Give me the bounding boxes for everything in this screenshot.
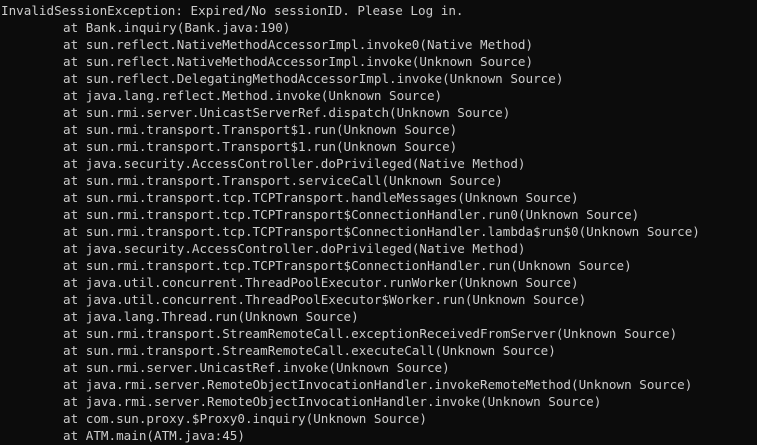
stack-frame: at java.lang.Thread.run(Unknown Source) (63, 309, 359, 324)
stack-frame: at sun.rmi.transport.StreamRemoteCall.ex… (63, 343, 556, 358)
stack-frame: at sun.rmi.transport.Transport.serviceCa… (63, 173, 503, 188)
stack-frame: at java.rmi.server.RemoteObjectInvocatio… (63, 394, 602, 409)
stack-frame: at java.security.AccessController.doPriv… (63, 156, 526, 171)
stack-frame: at sun.reflect.NativeMethodAccessorImpl.… (63, 54, 534, 69)
stack-frame: at sun.rmi.server.UnicastServerRef.dispa… (63, 105, 511, 120)
stack-frame: at sun.reflect.NativeMethodAccessorImpl.… (63, 37, 534, 52)
stack-frame: at sun.rmi.transport.StreamRemoteCall.ex… (63, 326, 678, 341)
stack-frame: at sun.rmi.transport.tcp.TCPTransport.ha… (63, 190, 579, 205)
stack-frame: at java.util.concurrent.ThreadPoolExecut… (63, 275, 579, 290)
exception-header: InvalidSessionException: Expired/No sess… (1, 3, 464, 18)
stack-frame: at java.util.concurrent.ThreadPoolExecut… (63, 292, 587, 307)
stack-frame: at java.rmi.server.RemoteObjectInvocatio… (63, 377, 693, 392)
stack-frame: at sun.rmi.transport.tcp.TCPTransport$Co… (63, 207, 640, 222)
terminal-output[interactable]: InvalidSessionException: Expired/No sess… (0, 0, 757, 445)
stack-frame: at sun.rmi.server.UnicastRef.invoke(Unkn… (63, 360, 450, 375)
stack-frame: at com.sun.proxy.$Proxy0.inquiry(Unknown… (63, 411, 427, 426)
stack-frame: at ATM.main(ATM.java:45) (63, 428, 245, 443)
stack-frame: at sun.rmi.transport.tcp.TCPTransport$Co… (63, 224, 700, 239)
stack-frame: at sun.reflect.DelegatingMethodAccessorI… (63, 71, 564, 86)
stack-frame: at Bank.inquiry(Bank.java:190) (63, 20, 291, 35)
stack-frame: at sun.rmi.transport.Transport$1.run(Unk… (63, 122, 458, 137)
stack-frame: at java.security.AccessController.doPriv… (63, 241, 526, 256)
stack-frame: at java.lang.reflect.Method.invoke(Unkno… (63, 88, 443, 103)
stack-frame: at sun.rmi.transport.Transport$1.run(Unk… (63, 139, 458, 154)
stack-frame: at sun.rmi.transport.tcp.TCPTransport$Co… (63, 258, 632, 273)
stack-trace: at Bank.inquiry(Bank.java:190) at sun.re… (1, 19, 757, 444)
